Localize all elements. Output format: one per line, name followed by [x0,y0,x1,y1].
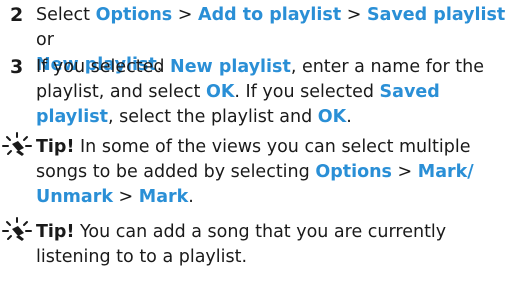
menu-options: Options [95,5,173,25]
menu-ok: OK [317,107,347,127]
text: You can add a song that you are currentl… [36,222,447,267]
text: If you selected [36,57,171,77]
separator: > [341,5,367,25]
menu-saved-playlist: Saved playlist [366,5,506,25]
separator: > [172,5,199,25]
tip-text: Tip! In some of the views you can select… [36,135,506,210]
lightbulb-icon [2,217,32,241]
lightbulb-icon [2,132,32,156]
tip-label: Tip! [36,137,75,157]
step-number: 3 [10,56,24,78]
text: . [188,187,194,207]
text: Select [36,5,96,25]
separator: > [391,162,418,182]
menu-mark: Mark [138,187,189,207]
menu-ok: OK [205,82,235,102]
menu-add-to-playlist: Add to playlist [198,5,342,25]
text: . [346,107,352,127]
tip-text: Tip! You can add a song that you are cur… [36,220,506,270]
step-number: 2 [10,4,24,26]
text: , select the playlist and [107,107,318,127]
text: . If you selected [234,82,380,102]
menu-options: Options [315,162,392,182]
separator: > [112,187,139,207]
tip-label: Tip! [36,222,75,242]
text: or [36,30,54,50]
menu-new-playlist: New playlist [170,57,291,77]
step-text: If you selected New playlist, enter a na… [36,55,506,130]
